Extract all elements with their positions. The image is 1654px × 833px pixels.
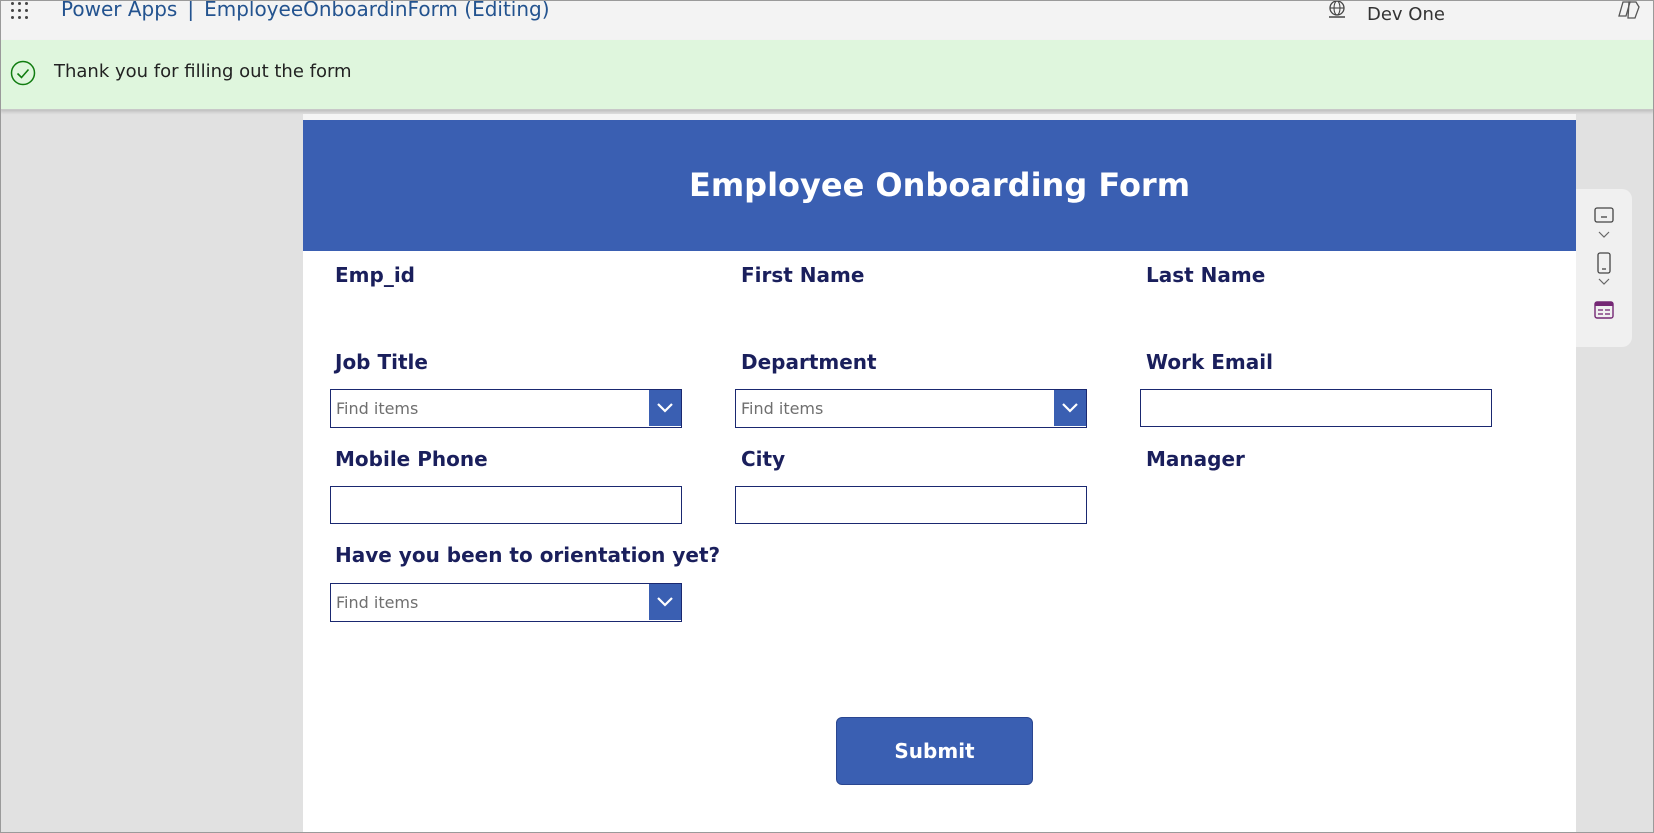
manager-label: Manager <box>1146 447 1245 471</box>
orientation-label: Have you been to orientation yet? <box>335 543 721 567</box>
document-title: EmployeeOnboardinForm (Editing) <box>204 0 550 21</box>
work-email-label: Work Email <box>1146 350 1273 374</box>
form-view-icon[interactable] <box>1594 301 1614 319</box>
checkmark-circle-icon <box>10 60 36 86</box>
last-name-label: Last Name <box>1146 263 1266 287</box>
city-label: City <box>741 447 786 471</box>
department-label: Department <box>741 350 877 374</box>
job-title-combobox[interactable]: Find items <box>330 389 682 428</box>
form-title: Employee Onboarding Form <box>688 166 1191 204</box>
success-notification: Thank you for filling out the form <box>0 40 1654 110</box>
desktop-layout-icon[interactable] <box>1594 207 1614 223</box>
layout-toolbar <box>1576 189 1632 347</box>
department-combobox[interactable]: Find items <box>735 389 1087 428</box>
chevron-down-icon[interactable] <box>649 584 681 620</box>
app-name[interactable]: Power Apps <box>61 0 177 21</box>
chevron-down-icon[interactable] <box>1594 277 1614 287</box>
city-input[interactable] <box>735 486 1087 524</box>
chevron-down-icon[interactable] <box>1054 390 1086 426</box>
work-email-input[interactable] <box>1140 389 1492 427</box>
job-title-placeholder: Find items <box>336 399 419 418</box>
waffle-icon[interactable] <box>11 2 31 20</box>
copilot-icon[interactable] <box>1617 0 1641 20</box>
department-placeholder: Find items <box>741 399 824 418</box>
orientation-placeholder: Find items <box>336 593 419 612</box>
mobile-phone-label: Mobile Phone <box>335 447 488 471</box>
top-bar: Power Apps | EmployeeOnboardinForm (Editin… <box>0 0 1654 40</box>
mobile-phone-input[interactable] <box>330 486 682 524</box>
title-separator: | <box>187 0 195 21</box>
chevron-down-icon[interactable] <box>649 390 681 426</box>
orientation-combobox[interactable]: Find items <box>330 583 682 622</box>
first-name-label: First Name <box>741 263 865 287</box>
job-title-label: Job Title <box>335 350 428 374</box>
environment-globe-icon[interactable] <box>1326 0 1348 20</box>
app-canvas: Employee Onboarding Form Emp_id First Na… <box>303 114 1576 833</box>
app-title: Power Apps | EmployeeOnboardinForm (Editin… <box>61 0 550 21</box>
submit-button[interactable]: Submit <box>836 717 1033 785</box>
chevron-down-icon[interactable] <box>1594 230 1614 240</box>
notification-message: Thank you for filling out the form <box>54 61 352 82</box>
form-header: Employee Onboarding Form <box>303 120 1576 251</box>
environment-name[interactable]: Dev One <box>1367 4 1445 25</box>
phone-layout-icon[interactable] <box>1594 252 1614 274</box>
emp-id-label: Emp_id <box>335 263 415 287</box>
